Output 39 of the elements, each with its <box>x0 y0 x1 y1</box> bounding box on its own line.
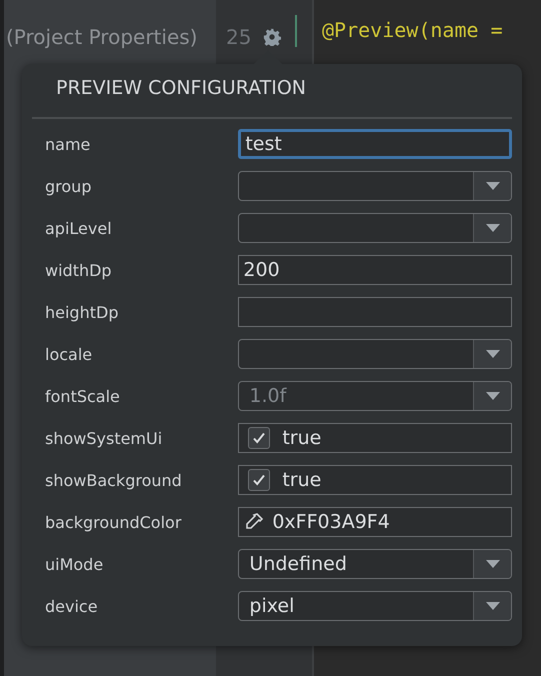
dropdown-field[interactable] <box>238 213 512 243</box>
checkbox-field[interactable]: true <box>238 423 512 453</box>
field-label: device <box>44 596 99 616</box>
field-label: heightDp <box>44 302 120 322</box>
field-label: backgroundColor <box>44 512 182 532</box>
dropdown-field[interactable]: Undefined <box>238 549 512 579</box>
check-icon <box>252 473 266 487</box>
text-field[interactable]: test <box>238 129 512 159</box>
caret-icon <box>486 182 500 190</box>
field-label: widthDp <box>44 260 113 280</box>
caret-icon <box>486 224 500 232</box>
caret-icon <box>486 560 500 568</box>
field-label: apiLevel <box>44 218 113 238</box>
field-label: showSystemUi <box>44 428 164 448</box>
dropdown-field[interactable]: pixel <box>238 591 512 621</box>
text-field[interactable] <box>238 297 512 327</box>
color-field[interactable]: 0xFF03A9F4 <box>238 507 512 537</box>
field-label: locale <box>44 344 94 364</box>
popup-title: PREVIEW CONFIGURATION <box>55 76 308 101</box>
gear-icon[interactable] <box>263 28 282 46</box>
dropdown-field[interactable]: 1.0f <box>238 381 512 411</box>
check-icon <box>252 431 266 445</box>
caret-icon <box>486 602 500 610</box>
checkbox[interactable] <box>248 469 270 491</box>
field-label: fontScale <box>44 386 121 406</box>
field-label: uiMode <box>44 554 104 574</box>
field-label: showBackground <box>44 470 183 490</box>
text-field[interactable]: 200 <box>238 255 512 285</box>
line-number: 25 <box>226 25 252 49</box>
eyedropper-icon[interactable] <box>244 512 264 532</box>
field-label: group <box>44 176 92 196</box>
dropdown-field[interactable] <box>238 171 512 201</box>
caret-icon <box>486 392 500 400</box>
dropdown-field[interactable] <box>238 339 512 369</box>
code-line: @Preview(name = <box>322 18 504 42</box>
checkbox[interactable] <box>248 427 270 449</box>
field-label: name <box>44 134 92 154</box>
caret-icon <box>486 350 500 358</box>
checkbox-field[interactable]: true <box>238 465 512 495</box>
